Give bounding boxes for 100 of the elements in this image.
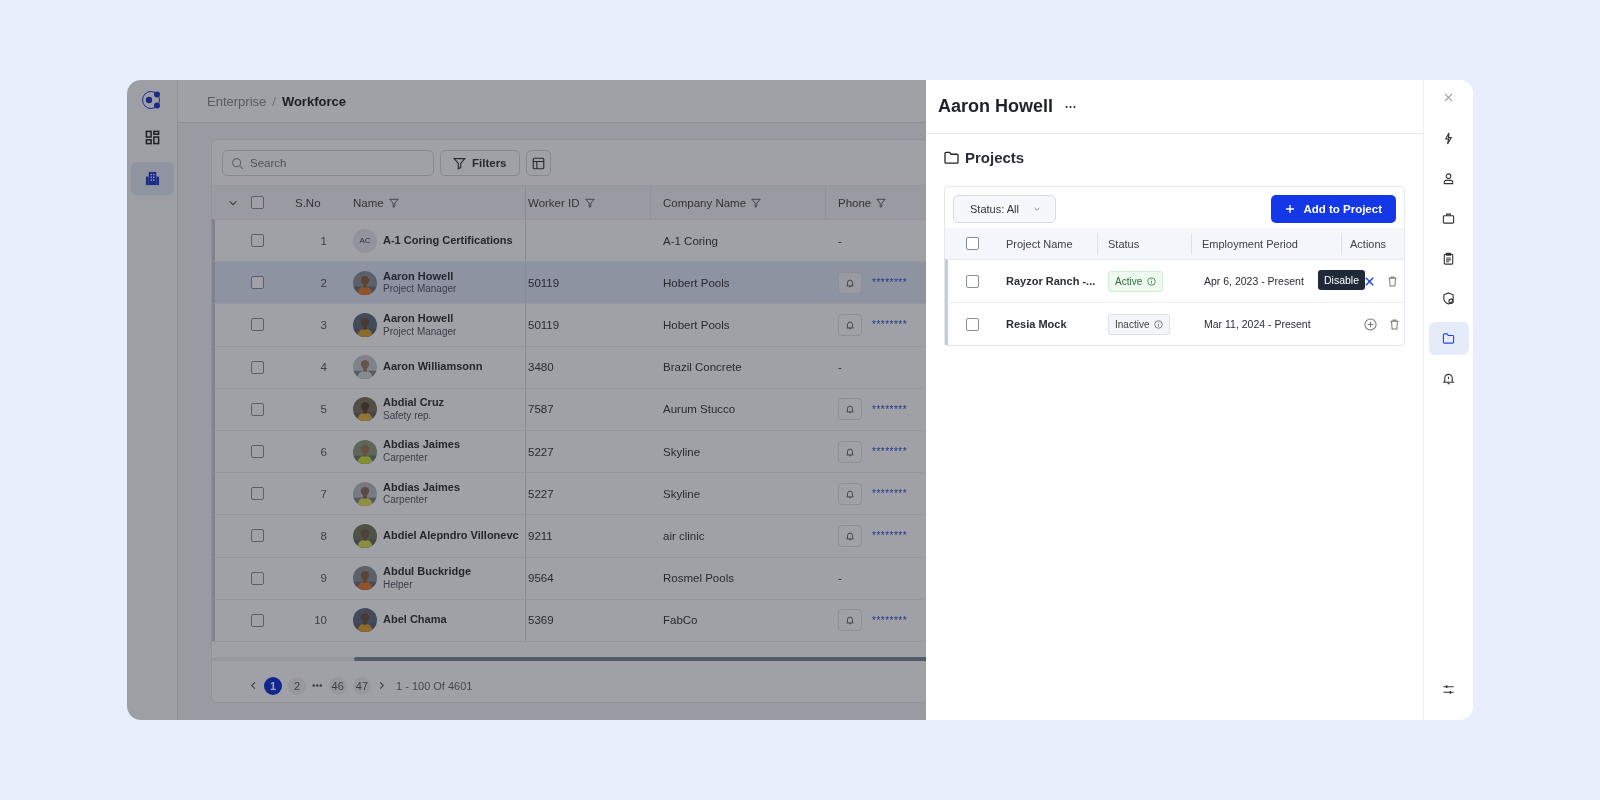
- serial-number: 10: [314, 614, 327, 627]
- company-name: FabCo: [663, 614, 698, 627]
- add-circle-icon[interactable]: [1364, 317, 1377, 331]
- phone-number: -: [838, 572, 842, 585]
- filters-button[interactable]: Filters: [440, 150, 520, 176]
- serial-number: 5: [320, 403, 327, 416]
- notify-button[interactable]: [838, 313, 862, 336]
- add-to-project-button[interactable]: Add to Project: [1271, 195, 1396, 223]
- bell-icon: [845, 277, 855, 288]
- folder-icon: [944, 150, 959, 164]
- bell-icon: [845, 488, 855, 499]
- row-checkbox[interactable]: [251, 529, 264, 543]
- filter-icon[interactable]: [388, 197, 399, 208]
- employment-period: Apr 6, 2023 - Present: [1204, 275, 1304, 287]
- more-icon[interactable]: [1065, 104, 1076, 109]
- backdrop[interactable]: [127, 80, 926, 720]
- notify-button[interactable]: [838, 482, 862, 505]
- serial-number: 3: [320, 318, 327, 331]
- filter-icon: [453, 156, 466, 170]
- trash-icon[interactable]: [1387, 275, 1398, 287]
- breadcrumb-current: Workforce: [281, 93, 346, 109]
- notify-button[interactable]: [838, 440, 862, 463]
- worker-name: Abdias Jaimes: [383, 438, 461, 453]
- worker-id: 50119: [528, 318, 560, 331]
- avatar: AC: [353, 228, 377, 253]
- notify-button[interactable]: [838, 524, 862, 547]
- phone-number: -: [838, 234, 842, 247]
- worker-role: Helper: [383, 578, 414, 592]
- trash-icon[interactable]: [1389, 318, 1400, 330]
- worker-id: 5227: [528, 487, 554, 500]
- bell-icon: [1442, 372, 1455, 385]
- column-header: Worker ID: [528, 196, 580, 209]
- row-checkbox[interactable]: [251, 318, 264, 332]
- worker-role: Carpenter: [383, 494, 429, 507]
- phone-number: ********: [872, 488, 908, 500]
- row-checkbox[interactable]: [251, 613, 264, 627]
- row-checkbox[interactable]: [251, 571, 264, 585]
- filter-icon[interactable]: [584, 197, 595, 208]
- bell-icon: [845, 446, 855, 457]
- worker-id: 9211: [528, 529, 553, 542]
- table-icon: [531, 156, 545, 170]
- select-all-checkbox[interactable]: [965, 237, 979, 250]
- project-name: Rayzor Ranch -...: [1006, 275, 1096, 287]
- company-name: Hobert Pools: [663, 276, 730, 289]
- bolt-icon: [1442, 132, 1455, 145]
- worker-name: A-1 Coring Certifications: [383, 233, 513, 248]
- serial-number: 2: [320, 276, 327, 289]
- worker-role: Project Manager: [383, 325, 457, 339]
- row-checkbox[interactable]: [251, 402, 264, 416]
- row-checkbox[interactable]: [965, 317, 979, 331]
- worker-id: 50119: [528, 276, 560, 289]
- page-button[interactable]: 46: [328, 676, 347, 695]
- row-checkbox[interactable]: [965, 274, 979, 288]
- filter-icon[interactable]: [876, 197, 887, 208]
- bell-icon: [845, 530, 855, 541]
- company-name: Brazil Concrete: [663, 361, 742, 374]
- row-checkbox[interactable]: [251, 234, 264, 248]
- building-nav-button[interactable]: [130, 162, 174, 195]
- worker-id: 5369: [528, 614, 554, 627]
- row-checkbox[interactable]: [251, 360, 264, 374]
- row-checkbox[interactable]: [251, 487, 264, 501]
- folder-button[interactable]: [1428, 322, 1469, 355]
- phone-number: ********: [872, 277, 908, 289]
- previous-page-icon[interactable]: [249, 681, 258, 691]
- company-name: Skyline: [663, 487, 701, 500]
- worker-role: Safety rep.: [383, 409, 433, 423]
- worker-id: 3480: [528, 361, 554, 374]
- notify-button[interactable]: [838, 398, 862, 421]
- search-field[interactable]: Search: [222, 150, 434, 176]
- company-name: air clinic: [663, 529, 705, 542]
- drawer-title: Aaron Howell: [938, 96, 1053, 117]
- worker-name: Aaron Howell: [383, 311, 455, 326]
- phone-number: ********: [872, 446, 908, 458]
- serial-number: 8: [320, 529, 327, 542]
- page-button[interactable]: 2: [288, 676, 306, 695]
- logo-icon: [141, 89, 163, 111]
- next-page-icon[interactable]: [377, 681, 386, 691]
- status-badge: Active: [1108, 270, 1164, 292]
- phone-number: ********: [872, 530, 908, 542]
- page-button[interactable]: 1: [264, 676, 282, 695]
- row-checkbox[interactable]: [251, 445, 264, 459]
- page-summary: 1 - 100 Of 4601: [396, 679, 473, 692]
- serial-number: 9: [320, 572, 327, 585]
- worker-id: 7587: [528, 403, 554, 416]
- notify-button[interactable]: [838, 609, 862, 632]
- row-checkbox[interactable]: [251, 276, 264, 290]
- close-icon[interactable]: [1364, 275, 1375, 287]
- columns-button[interactable]: [525, 150, 551, 176]
- sliders-icon: [1442, 683, 1455, 696]
- company-name: A-1 Coring: [663, 234, 718, 247]
- select-all-checkbox[interactable]: [251, 196, 264, 209]
- page-button[interactable]: 47: [352, 676, 371, 695]
- worker-name: Abdial Cruz: [383, 396, 445, 410]
- worker-id: 9564: [528, 572, 554, 585]
- worker-name: Abdiel Alepndro Villonevc: [383, 529, 519, 543]
- status-dropdown[interactable]: Status: All: [953, 195, 1056, 223]
- tooltip: Disable: [1318, 270, 1366, 290]
- worker-name: Abel Chama: [383, 613, 447, 628]
- notify-button[interactable]: [838, 271, 862, 294]
- filter-icon[interactable]: [751, 197, 762, 208]
